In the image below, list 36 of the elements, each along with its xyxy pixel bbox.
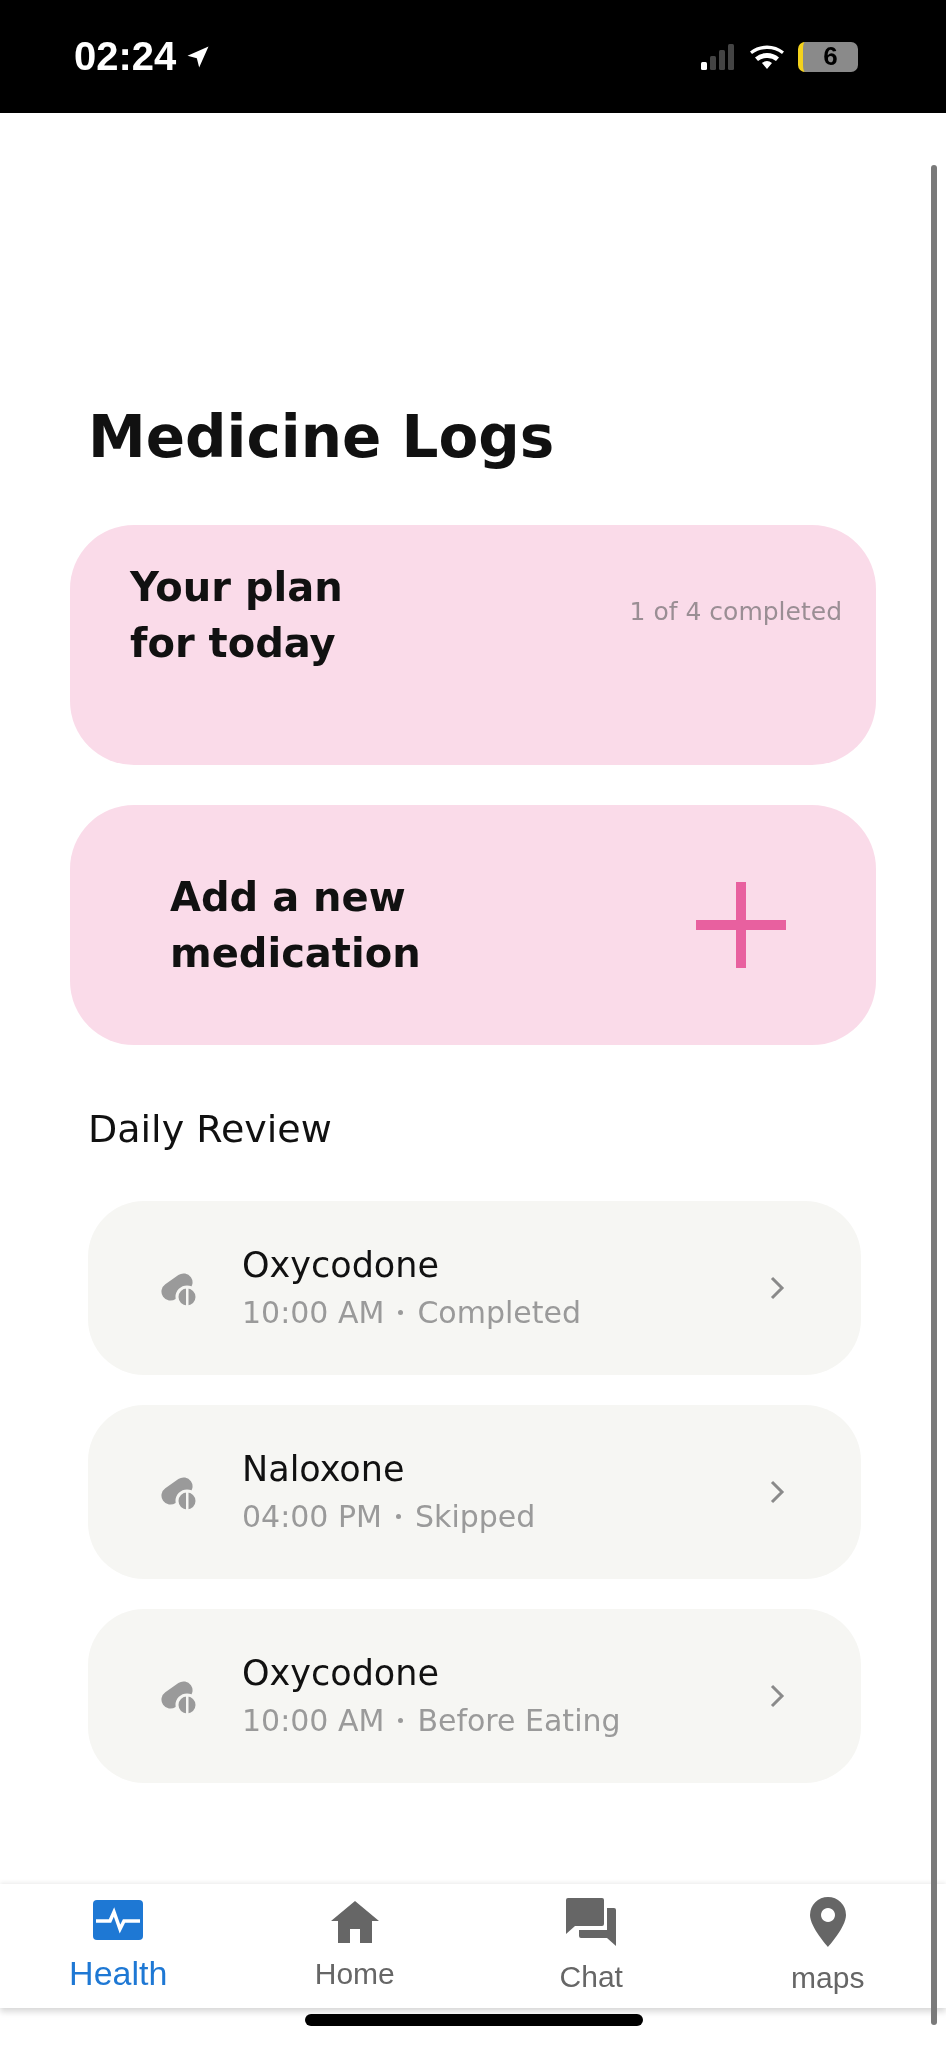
medication-item[interactable]: Oxycodone 10:00 AM Before Eating — [88, 1608, 861, 1783]
nav-tab[interactable]: Chat — [473, 1884, 710, 2008]
medication-name: Oxycodone — [242, 1245, 440, 1286]
chat-icon — [566, 1898, 617, 1946]
separator-dot — [395, 1514, 401, 1520]
separator-dot — [398, 1718, 404, 1724]
plan-title: Your plan for today — [130, 562, 344, 668]
section-title: Daily Review — [88, 1106, 333, 1151]
medication-name: Oxycodone — [242, 1653, 440, 1694]
home-icon — [330, 1901, 379, 1943]
clock: 02:24 — [74, 34, 177, 79]
medication-item[interactable]: Oxycodone 10:00 AM Completed — [88, 1200, 861, 1375]
add-medication-card[interactable]: Add a new medication — [70, 804, 876, 1045]
medication-time: 10:00 AM — [242, 1703, 385, 1739]
plus-icon — [696, 881, 786, 968]
battery-level: 6 — [823, 41, 838, 72]
map-pin-icon — [809, 1897, 846, 1947]
chevron-right-icon — [769, 1274, 785, 1301]
nav-tab[interactable]: Home — [236, 1884, 473, 2008]
separator-dot — [398, 1310, 404, 1316]
medication-status: Before Eating — [417, 1703, 621, 1739]
page-title: Medicine Logs — [88, 403, 556, 473]
chevron-right-icon — [769, 1478, 785, 1505]
chevron-right-icon — [769, 1682, 785, 1709]
medication-time: 10:00 AM — [242, 1295, 385, 1331]
medication-status: Completed — [417, 1295, 582, 1331]
medication-name: Naloxone — [242, 1449, 406, 1490]
medication-item[interactable]: Naloxone 04:00 PM Skipped — [88, 1404, 861, 1579]
medication-time: 04:00 PM — [242, 1499, 382, 1535]
medication-status: Skipped — [414, 1499, 536, 1535]
heart-monitor-icon — [93, 1899, 144, 1940]
signal-icon — [700, 42, 736, 71]
nav-tab[interactable]: Health — [0, 1884, 237, 2008]
wifi-icon — [750, 43, 784, 70]
add-medication-label: Add a new medication — [170, 872, 422, 978]
nav-tab[interactable]: maps — [709, 1884, 946, 2008]
